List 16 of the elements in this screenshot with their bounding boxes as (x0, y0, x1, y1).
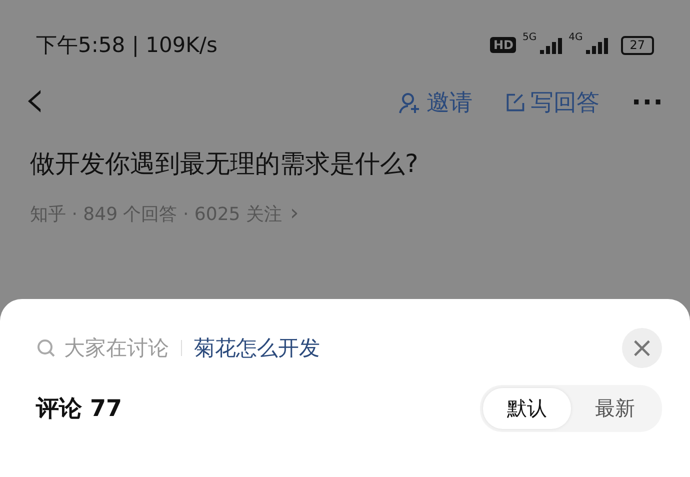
comments-title: 评论 77 (36, 395, 122, 424)
network-label: 4G (568, 32, 583, 43)
status-time: 下午5:58 | 109K/s (36, 32, 218, 59)
question-title: 做开发你遇到最无理的需求是什么? (30, 149, 420, 179)
edit-icon (504, 92, 526, 114)
battery-indicator: 27 (620, 36, 654, 54)
search-icon (36, 338, 56, 358)
close-button[interactable]: × (622, 328, 662, 368)
network-label: 5G (522, 32, 537, 43)
more-button[interactable]: ··· (631, 88, 664, 118)
back-button[interactable]: ‹ (24, 72, 46, 126)
sort-tab[interactable]: 最新 (571, 388, 659, 429)
search-suggestion[interactable]: 大家在讨论 菊花怎么开发 (36, 334, 320, 362)
sort-tab[interactable]: 默认 (483, 388, 571, 429)
hd-badge: HD (490, 37, 516, 53)
chevron-icon: › (290, 201, 299, 226)
